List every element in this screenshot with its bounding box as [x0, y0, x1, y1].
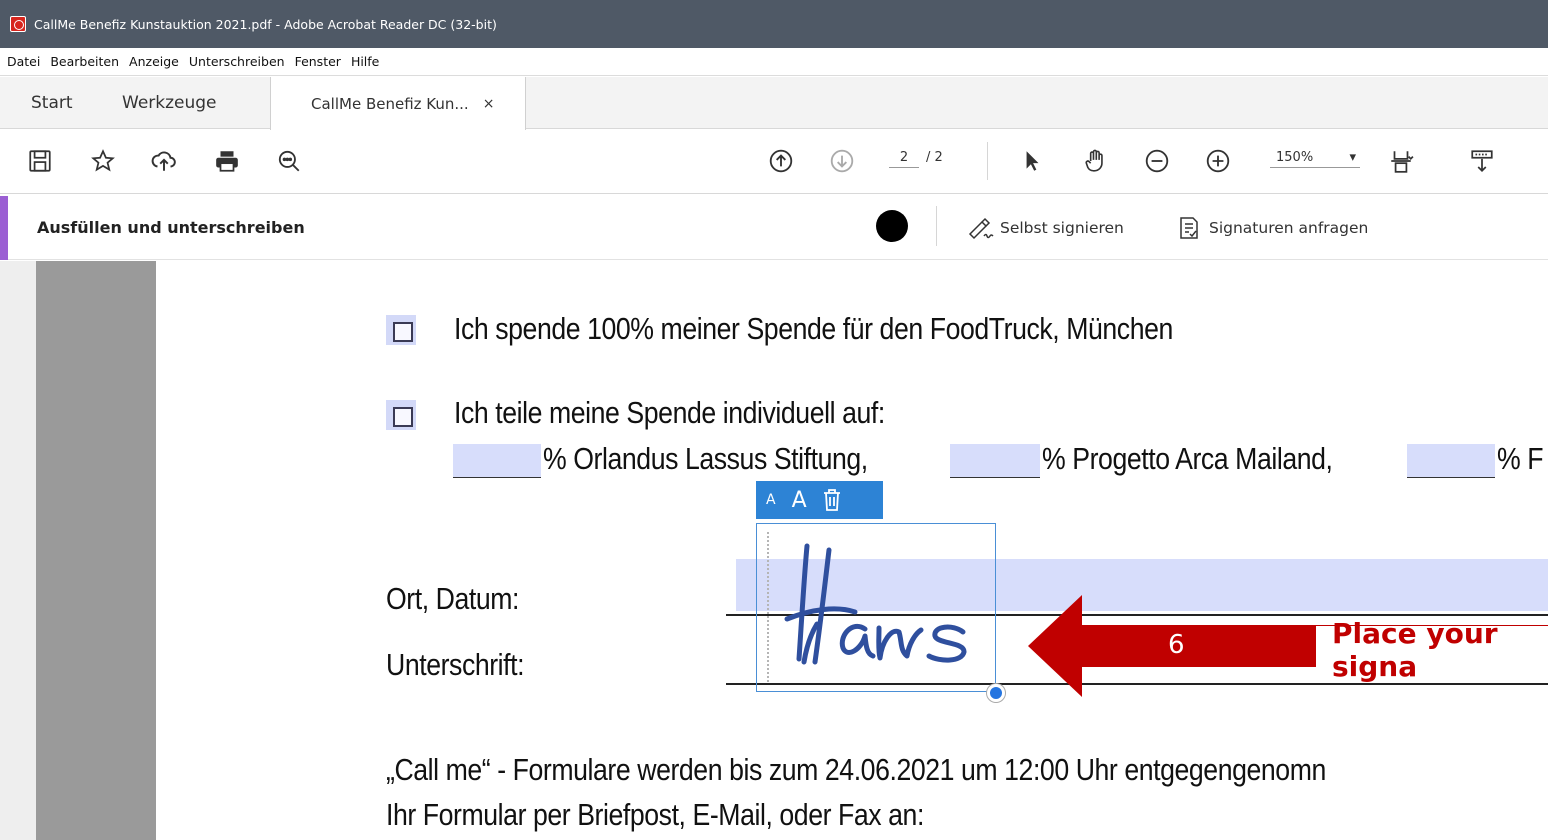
zoom-level-select[interactable]: 150% ▾ [1270, 150, 1360, 168]
tool-accent-stripe [0, 196, 8, 260]
signature-annotation-toolbar: A A [756, 481, 883, 519]
percent-field-arca[interactable] [950, 444, 1040, 478]
fill-and-sign-bar: Ausfüllen und unterschreiben Selbst sign… [0, 196, 1548, 260]
select-cursor-icon[interactable] [1015, 144, 1049, 178]
signature-label: Unterschrift: [386, 647, 525, 682]
self-sign-label: Selbst signieren [1000, 219, 1124, 237]
callout-step-number: 6 [1168, 630, 1185, 660]
checkbox-individual-split[interactable] [386, 400, 416, 430]
bookmark-star-icon[interactable] [86, 144, 120, 178]
search-zoom-icon[interactable] [272, 144, 306, 178]
tab-bar: Start Werkzeuge CallMe Benefiz Kun... × [0, 77, 1548, 130]
request-signatures-button[interactable]: Signaturen anfragen [1175, 216, 1368, 240]
trash-icon[interactable] [821, 488, 843, 512]
tab-document-label: CallMe Benefiz Kun... [311, 94, 469, 113]
page-fit-icon[interactable] [1384, 144, 1418, 178]
split-lassus-text: % Orlandus Lassus Stiftung, [543, 441, 868, 476]
upload-cloud-icon[interactable] [147, 144, 181, 178]
split-arca-text: % Progetto Arca Mailand, [1042, 441, 1333, 476]
percent-field-third[interactable] [1407, 444, 1495, 478]
option-individual-text: Ich teile meine Spende individuell auf: [454, 395, 885, 430]
increase-size-button[interactable]: A [792, 488, 807, 513]
menu-datei[interactable]: Datei [2, 54, 45, 69]
resize-handle[interactable] [987, 684, 1005, 702]
hand-tool-icon[interactable] [1078, 144, 1112, 178]
toolbar-divider [987, 142, 988, 180]
document-viewport[interactable]: Ich spende 100% meiner Spende für den Fo… [0, 261, 1548, 840]
menu-anzeige[interactable]: Anzeige [124, 54, 184, 69]
pdf-page: Ich spende 100% meiner Spende für den Fo… [156, 261, 1548, 840]
option-foodtruck-text: Ich spende 100% meiner Spende für den Fo… [454, 311, 1173, 346]
footer-send-text: Ihr Formular per Briefpost, E-Mail, oder… [386, 797, 924, 832]
split-third-text: % F [1497, 441, 1544, 476]
window-title: CallMe Benefiz Kunstauktion 2021.pdf - A… [34, 16, 497, 32]
page-down-icon[interactable] [825, 144, 859, 178]
decrease-size-button[interactable]: A [766, 492, 776, 508]
chevron-down-icon: ▾ [1349, 150, 1356, 165]
page-number-input[interactable]: 2 [889, 150, 919, 168]
menu-hilfe[interactable]: Hilfe [346, 54, 384, 69]
fill-sign-title: Ausfüllen und unterschreiben [37, 218, 305, 237]
menu-unterschreiben[interactable]: Unterschreiben [184, 54, 290, 69]
tab-start[interactable]: Start [31, 77, 73, 129]
menu-bar: Datei Bearbeiten Anzeige Unterschreiben … [0, 48, 1548, 76]
menu-bearbeiten[interactable]: Bearbeiten [45, 54, 124, 69]
page-total-label: / 2 [926, 150, 943, 165]
navigation-pane-edge [0, 261, 36, 840]
page-up-icon[interactable] [764, 144, 798, 178]
footer-deadline-text: „Call me“ - Formulare werden bis zum 24.… [386, 752, 1326, 787]
handwritten-signature [784, 543, 967, 665]
percent-field-lassus[interactable] [453, 444, 541, 478]
acrobat-app-icon [10, 16, 26, 32]
page-background-margin [36, 261, 156, 840]
signbar-divider [936, 206, 937, 246]
tab-document[interactable]: CallMe Benefiz Kun... × [270, 77, 526, 130]
tab-tools[interactable]: Werkzeuge [122, 77, 217, 129]
instruction-callout: 6 Place your signa [1168, 617, 1548, 683]
signature-annotation-box[interactable] [756, 523, 996, 692]
document-sign-icon [1180, 217, 1198, 239]
zoom-value: 150% [1276, 150, 1314, 165]
place-date-label: Ort, Datum: [386, 581, 520, 616]
zoom-in-icon[interactable] [1201, 144, 1235, 178]
callout-text: Place your signa [1332, 617, 1498, 683]
zoom-out-icon[interactable] [1140, 144, 1174, 178]
request-signatures-label: Signaturen anfragen [1209, 219, 1369, 237]
save-icon[interactable] [23, 144, 57, 178]
scroll-mode-icon[interactable] [1465, 144, 1499, 178]
menu-fenster[interactable]: Fenster [290, 54, 346, 69]
print-icon[interactable] [210, 144, 244, 178]
color-swatch-button[interactable] [876, 210, 908, 242]
title-bar: CallMe Benefiz Kunstauktion 2021.pdf - A… [0, 0, 1548, 48]
self-sign-button[interactable]: Selbst signieren [966, 216, 1124, 240]
close-tab-icon[interactable]: × [483, 96, 495, 112]
checkbox-foodtruck[interactable] [386, 315, 416, 345]
pen-sign-icon [968, 217, 994, 240]
